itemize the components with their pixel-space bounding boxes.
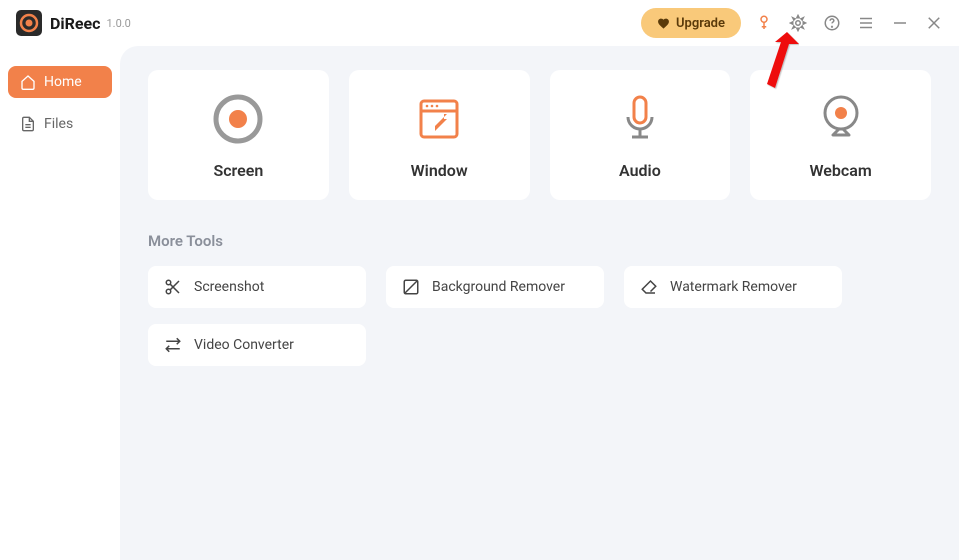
settings-icon[interactable] <box>789 14 807 32</box>
heart-icon <box>657 17 670 30</box>
mode-cards: Screen Window <box>148 70 931 200</box>
window-icon <box>411 91 467 147</box>
app-name: DiReec <box>50 14 101 33</box>
help-icon[interactable] <box>823 14 841 32</box>
card-label: Audio <box>619 161 661 180</box>
main-content: Screen Window <box>120 46 959 560</box>
eraser-icon <box>640 278 658 296</box>
menu-icon[interactable] <box>857 14 875 32</box>
card-webcam[interactable]: Webcam <box>750 70 931 200</box>
tools-row-1: Screenshot Background Remover Watermark … <box>148 266 931 308</box>
tool-video-converter[interactable]: Video Converter <box>148 324 366 366</box>
card-screen[interactable]: Screen <box>148 70 329 200</box>
no-image-icon <box>402 278 420 296</box>
sidebar-item-label: Home <box>44 74 82 90</box>
card-label: Webcam <box>810 161 872 180</box>
screen-icon <box>210 91 266 147</box>
titlebar: DiReec 1.0.0 Upgrade <box>0 0 959 46</box>
minimize-icon[interactable] <box>891 14 909 32</box>
sidebar-item-home[interactable]: Home <box>8 66 112 98</box>
app-version: 1.0.0 <box>107 17 131 30</box>
upgrade-button[interactable]: Upgrade <box>641 8 741 38</box>
card-label: Window <box>411 161 468 180</box>
card-audio[interactable]: Audio <box>550 70 731 200</box>
webcam-icon <box>813 91 869 147</box>
tool-watermark-remover[interactable]: Watermark Remover <box>624 266 842 308</box>
tools-row-2: Video Converter <box>148 324 931 366</box>
tool-label: Watermark Remover <box>670 279 797 295</box>
tool-label: Background Remover <box>432 279 565 295</box>
more-tools-title: More Tools <box>148 232 931 250</box>
home-icon <box>20 74 36 90</box>
tool-screenshot[interactable]: Screenshot <box>148 266 366 308</box>
audio-icon <box>612 91 668 147</box>
scissors-icon <box>164 278 182 296</box>
titlebar-actions <box>755 14 943 32</box>
card-label: Screen <box>213 161 263 180</box>
key-icon[interactable] <box>755 14 773 32</box>
file-icon <box>20 116 36 132</box>
tool-label: Video Converter <box>194 337 294 353</box>
upgrade-label: Upgrade <box>676 16 725 31</box>
sidebar-item-label: Files <box>44 116 73 132</box>
tool-background-remover[interactable]: Background Remover <box>386 266 604 308</box>
transfer-icon <box>164 336 182 354</box>
sidebar: Home Files <box>0 46 120 560</box>
sidebar-item-files[interactable]: Files <box>8 108 112 140</box>
tool-label: Screenshot <box>194 279 264 295</box>
close-icon[interactable] <box>925 14 943 32</box>
app-logo <box>16 10 42 36</box>
card-window[interactable]: Window <box>349 70 530 200</box>
